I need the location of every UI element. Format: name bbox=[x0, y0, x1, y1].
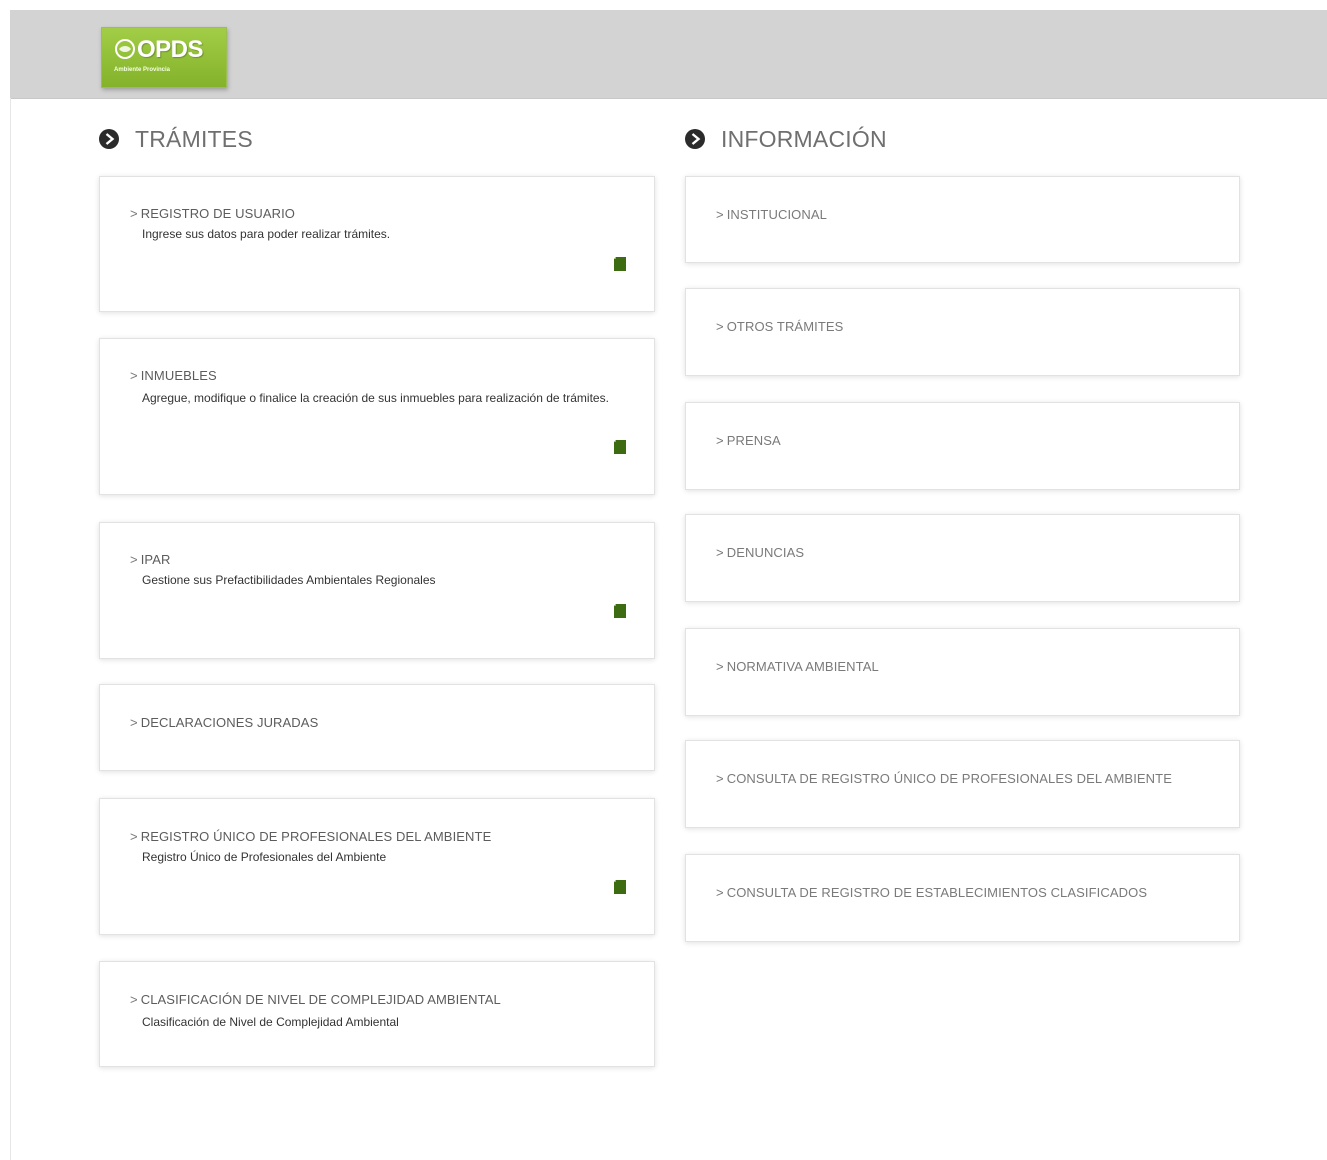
chevron-right-icon: > bbox=[130, 992, 138, 1007]
chevron-right-icon: > bbox=[716, 319, 724, 334]
info-card-otros-tramites[interactable]: > OTROS TRÁMITES bbox=[685, 288, 1240, 376]
info-card-consulta-registro-establecimientos[interactable]: > CONSULTA DE REGISTRO DE ESTABLECIMIENTO… bbox=[685, 854, 1240, 942]
info-card-consulta-registro-profesionales[interactable]: > CONSULTA DE REGISTRO ÚNICO DE PROFESION… bbox=[685, 740, 1240, 828]
page: OPDS Ambiente Provincia TRÁMITES INFORMA… bbox=[0, 0, 1327, 1160]
card-title[interactable]: > CLASIFICACIÓN DE NIVEL DE COMPLEJIDAD A… bbox=[130, 992, 501, 1007]
chevron-right-icon: > bbox=[130, 829, 138, 844]
tramite-card-inmuebles[interactable]: > INMUEBLES Agregue, modifique o finalice… bbox=[99, 338, 655, 495]
card-title-label: IPAR bbox=[140, 552, 171, 567]
card-description: Ingrese sus datos para poder realizar tr… bbox=[142, 227, 391, 241]
document-icon[interactable] bbox=[614, 440, 626, 454]
card-title-label: OTROS TRÁMITES bbox=[726, 319, 844, 334]
section-tramites-heading: TRÁMITES bbox=[98, 124, 253, 154]
opds-logo[interactable]: OPDS Ambiente Provincia bbox=[101, 27, 227, 88]
card-title-label: PRENSA bbox=[726, 433, 781, 448]
chevron-right-icon: > bbox=[716, 771, 724, 786]
chevron-right-icon: > bbox=[130, 368, 138, 383]
chevron-right-icon: > bbox=[130, 715, 138, 730]
info-card-denuncias[interactable]: > DENUNCIAS bbox=[685, 514, 1240, 602]
globe-logo-icon bbox=[115, 39, 135, 59]
card-title-label: CONSULTA DE REGISTRO ÚNICO DE PROFESIONA… bbox=[726, 771, 1172, 786]
tramite-card-ipar[interactable]: > IPAR Gestione sus Prefactibilidades Amb… bbox=[99, 522, 655, 659]
logo-text: OPDS bbox=[137, 36, 204, 63]
page-left-border bbox=[10, 98, 11, 1160]
tramite-card-registro-usuario[interactable]: > REGISTRO DE USUARIO Ingrese sus datos p… bbox=[99, 176, 655, 312]
info-card-institucional[interactable]: > INSTITUCIONAL bbox=[685, 176, 1240, 263]
card-title[interactable]: > NORMATIVA AMBIENTAL bbox=[716, 659, 879, 674]
header-bar: OPDS Ambiente Provincia bbox=[10, 10, 1327, 99]
card-title[interactable]: > DENUNCIAS bbox=[716, 545, 804, 560]
card-title-label: INMUEBLES bbox=[140, 368, 217, 383]
card-title[interactable]: > INMUEBLES bbox=[130, 368, 217, 383]
card-title[interactable]: > REGISTRO DE USUARIO bbox=[130, 206, 295, 221]
circle-arrow-right-icon bbox=[685, 129, 705, 149]
card-title[interactable]: > REGISTRO ÚNICO DE PROFESIONALES DEL AMB… bbox=[130, 829, 491, 844]
card-title[interactable]: > OTROS TRÁMITES bbox=[716, 319, 843, 334]
card-description: Agregue, modifique o finalice la creació… bbox=[142, 391, 609, 405]
chevron-right-icon: > bbox=[716, 433, 724, 448]
chevron-right-icon: > bbox=[716, 545, 724, 560]
info-card-normativa-ambiental[interactable]: > NORMATIVA AMBIENTAL bbox=[685, 628, 1240, 716]
section-informacion-heading: INFORMACIÓN bbox=[684, 124, 887, 154]
chevron-right-icon: > bbox=[716, 885, 724, 900]
chevron-right-icon: > bbox=[130, 206, 138, 221]
card-title[interactable]: > CONSULTA DE REGISTRO DE ESTABLECIMIENTO… bbox=[716, 885, 1147, 900]
section-tramites-title: TRÁMITES bbox=[135, 125, 253, 152]
card-title-label: CONSULTA DE REGISTRO DE ESTABLECIMIENTOS… bbox=[726, 885, 1148, 900]
info-card-prensa[interactable]: > PRENSA bbox=[685, 402, 1240, 490]
card-title-label: CLASIFICACIÓN DE NIVEL DE COMPLEJIDAD AM… bbox=[140, 992, 501, 1007]
card-title-label: NORMATIVA AMBIENTAL bbox=[726, 659, 879, 674]
tramite-card-registro-unico-profesionales[interactable]: > REGISTRO ÚNICO DE PROFESIONALES DEL AMB… bbox=[99, 798, 655, 935]
document-icon[interactable] bbox=[614, 604, 626, 618]
card-title-label: INSTITUCIONAL bbox=[726, 207, 827, 222]
card-description: Clasificación de Nivel de Complejidad Am… bbox=[142, 1015, 399, 1029]
card-title[interactable]: > IPAR bbox=[130, 552, 170, 567]
card-title-label: DECLARACIONES JURADAS bbox=[140, 715, 319, 730]
card-title-label: REGISTRO ÚNICO DE PROFESIONALES DEL AMBI… bbox=[140, 829, 492, 844]
card-title-label: DENUNCIAS bbox=[726, 545, 805, 560]
document-icon[interactable] bbox=[614, 257, 626, 271]
section-informacion-title: INFORMACIÓN bbox=[721, 125, 887, 152]
card-title[interactable]: > DECLARACIONES JURADAS bbox=[130, 715, 318, 730]
tramite-card-declaraciones-juradas[interactable]: > DECLARACIONES JURADAS bbox=[99, 684, 655, 771]
circle-arrow-right-icon bbox=[99, 129, 119, 149]
card-title[interactable]: > CONSULTA DE REGISTRO ÚNICO DE PROFESION… bbox=[716, 771, 1172, 786]
card-description: Registro Único de Profesionales del Ambi… bbox=[142, 850, 387, 864]
logo-subtext: Ambiente Provincia bbox=[114, 67, 171, 73]
chevron-right-icon: > bbox=[716, 659, 724, 674]
chevron-right-icon: > bbox=[716, 207, 724, 222]
document-icon[interactable] bbox=[614, 880, 626, 894]
card-description: Gestione sus Prefactibilidades Ambiental… bbox=[142, 573, 436, 587]
tramite-card-clasificacion-nivel[interactable]: > CLASIFICACIÓN DE NIVEL DE COMPLEJIDAD A… bbox=[99, 961, 655, 1067]
card-title[interactable]: > PRENSA bbox=[716, 433, 781, 448]
card-title-label: REGISTRO DE USUARIO bbox=[140, 206, 296, 221]
card-title[interactable]: > INSTITUCIONAL bbox=[716, 207, 827, 222]
chevron-right-icon: > bbox=[130, 552, 138, 567]
